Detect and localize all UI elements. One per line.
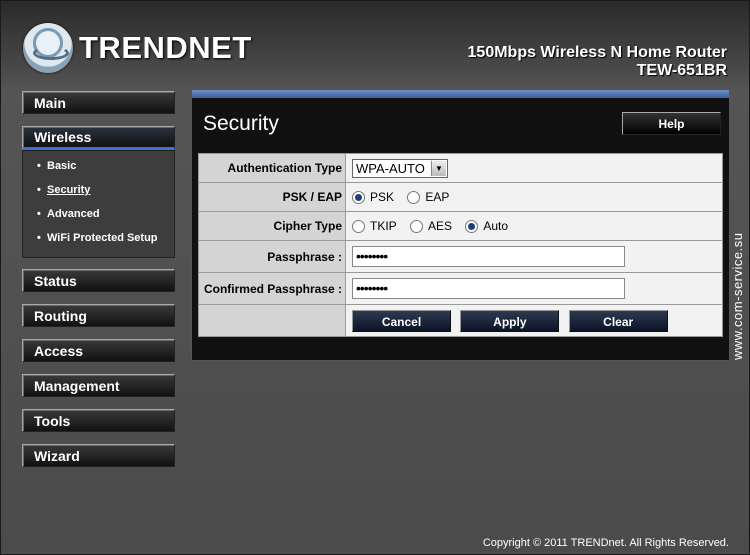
eap-radio[interactable] xyxy=(407,190,421,204)
brand-name: TRENDNET xyxy=(79,30,252,65)
form-actions-row: Cancel Apply Clear xyxy=(198,304,723,337)
router-admin-window: TRENDNET 150Mbps Wireless N Home Router … xyxy=(0,0,750,555)
page-title: Security xyxy=(203,112,279,135)
trendnet-logo-icon xyxy=(23,23,73,73)
bullet-icon: • xyxy=(37,184,41,196)
security-panel: Security Help Authentication Type WPA-AU… xyxy=(191,89,730,361)
clear-button[interactable]: Clear xyxy=(568,309,668,332)
panel-top-bar xyxy=(192,90,729,98)
passphrase-row: Passphrase : •••••••• xyxy=(198,240,723,273)
watermark-text: www.com-service.su xyxy=(730,232,745,360)
auto-option-label: Auto xyxy=(483,219,509,234)
tkip-radio[interactable] xyxy=(352,219,365,233)
subnav-wps[interactable]: • WiFi Protected Setup xyxy=(23,229,174,253)
eap-option-label: EAP xyxy=(425,190,450,205)
passphrase-label: Passphrase : xyxy=(198,240,346,273)
confirm-passphrase-label: Confirmed Passphrase : xyxy=(198,272,346,305)
bullet-icon: • xyxy=(37,160,41,172)
auth-type-value: WPA-AUTO xyxy=(356,160,425,176)
nav-status[interactable]: Status xyxy=(22,269,175,292)
nav-wizard[interactable]: Wizard xyxy=(22,444,175,467)
chevron-down-icon: ▼ xyxy=(431,160,446,176)
nav-access[interactable]: Access xyxy=(22,339,175,362)
product-info: 150Mbps Wireless N Home Router TEW-651BR xyxy=(468,44,727,80)
auth-type-row: Authentication Type WPA-AUTO ▼ xyxy=(198,153,723,183)
psk-option-label: PSK xyxy=(370,190,395,205)
wireless-submenu: • Basic • Security • Advanced • WiFi Protect… xyxy=(22,150,175,258)
cipher-type-row: Cipher Type TKIP AES Auto xyxy=(198,211,723,241)
bullet-icon: • xyxy=(37,208,41,220)
nav-routing[interactable]: Routing xyxy=(22,304,175,327)
auth-type-select[interactable]: WPA-AUTO ▼ xyxy=(352,158,448,178)
bullet-icon: • xyxy=(37,232,41,244)
psk-eap-row: PSK / EAP PSK EAP xyxy=(198,182,723,212)
nav-tools[interactable]: Tools xyxy=(22,409,175,432)
subnav-security[interactable]: • Security xyxy=(23,181,174,205)
passphrase-input[interactable]: •••••••• xyxy=(352,246,625,267)
psk-radio[interactable] xyxy=(352,190,365,204)
apply-button[interactable]: Apply xyxy=(460,309,560,332)
trendnet-logo: TRENDNET xyxy=(23,23,252,73)
product-line: 150Mbps Wireless N Home Router xyxy=(467,44,727,61)
subnav-basic[interactable]: • Basic xyxy=(23,157,174,181)
cancel-button[interactable]: Cancel xyxy=(352,309,451,332)
cipher-type-label: Cipher Type xyxy=(198,211,346,241)
nav-main[interactable]: Main xyxy=(22,91,175,114)
confirm-passphrase-input[interactable]: •••••••• xyxy=(352,278,625,299)
nav-wireless[interactable]: Wireless xyxy=(22,126,175,150)
nav-management[interactable]: Management xyxy=(22,374,175,397)
help-button[interactable]: Help xyxy=(622,112,721,135)
copyright-text: Copyright © 2011 TRENDnet. All Rights Re… xyxy=(482,537,729,549)
psk-eap-label: PSK / EAP xyxy=(198,182,346,212)
tkip-option-label: TKIP xyxy=(370,219,397,234)
security-form: Authentication Type WPA-AUTO ▼ PSK / EAP… xyxy=(198,153,723,337)
model-number: TEW-651BR xyxy=(636,62,727,79)
subnav-advanced[interactable]: • Advanced xyxy=(23,205,174,229)
confirm-passphrase-row: Confirmed Passphrase : •••••••• xyxy=(198,272,723,305)
aes-radio[interactable] xyxy=(410,219,424,233)
auth-type-label: Authentication Type xyxy=(198,153,346,183)
aes-option-label: AES xyxy=(428,219,453,234)
auto-radio[interactable] xyxy=(465,219,479,233)
sidebar-nav: Main Wireless • Basic • Security • Advanced… xyxy=(22,91,176,479)
